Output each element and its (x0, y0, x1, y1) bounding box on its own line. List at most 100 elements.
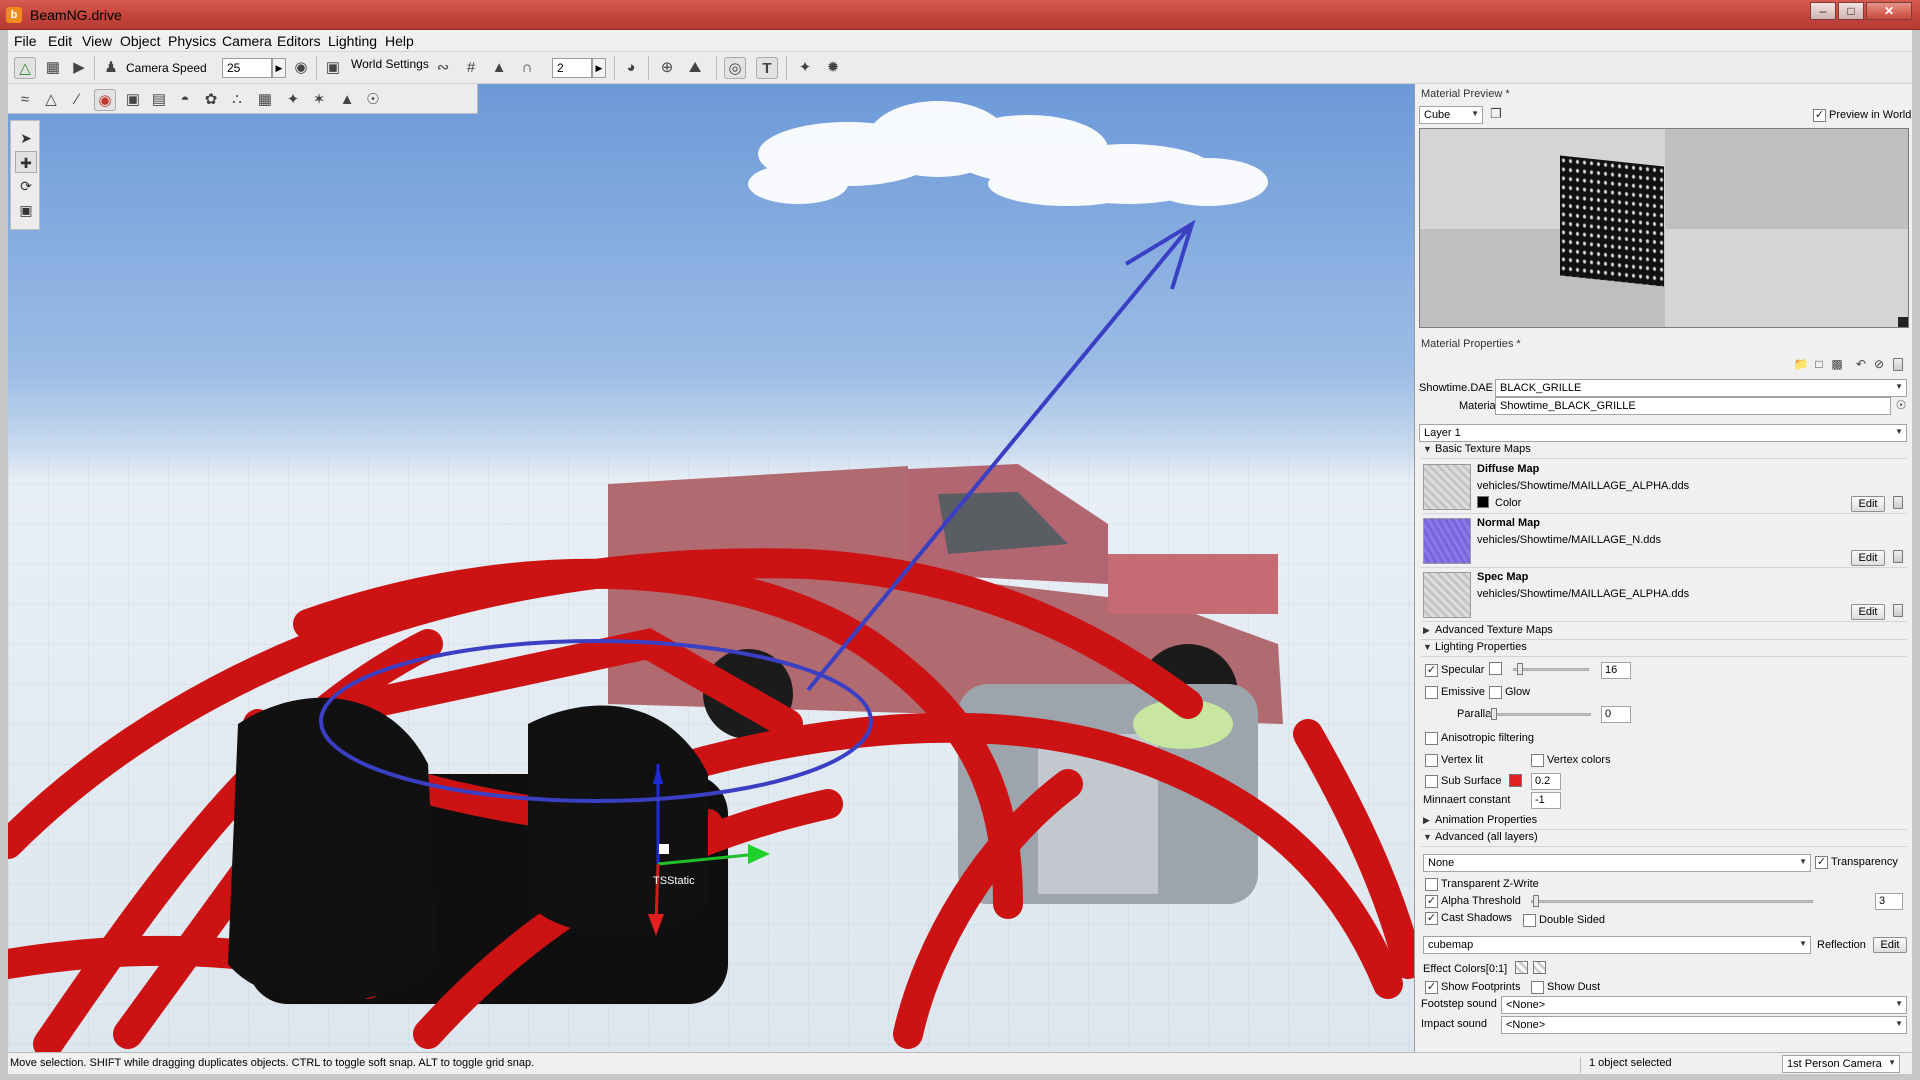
preview-in-world-checkbox[interactable]: ✓ (1813, 109, 1826, 122)
blend-mode-select[interactable]: None ▼ (1423, 854, 1811, 872)
basic-texture-maps-header[interactable]: ▼ Basic Texture Maps (1421, 443, 1907, 459)
preview-resize-handle[interactable] (1898, 317, 1908, 327)
layout-icon[interactable]: ▦ (42, 57, 64, 79)
camera-speed-arrow-icon[interactable]: ▶ (272, 58, 286, 78)
anisotropic-checkbox[interactable] (1425, 732, 1438, 745)
move-tool-icon[interactable]: ✚ (15, 151, 37, 173)
mesh-road-icon[interactable]: ✦ (282, 89, 304, 111)
preview-shape-select[interactable]: Cube ▼ (1419, 106, 1483, 124)
terrain-paint-icon[interactable]: ∕ (66, 89, 88, 111)
menu-file[interactable]: File (14, 33, 37, 49)
save-icon[interactable]: ▩ (1829, 356, 1845, 372)
advanced-all-layers-header[interactable]: ▼ Advanced (all layers) (1421, 831, 1907, 847)
minimize-button[interactable]: – (1810, 2, 1836, 20)
show-footprints-checkbox[interactable]: ✓ (1425, 981, 1438, 994)
diffuse-delete-icon[interactable] (1893, 496, 1903, 509)
material-name-field[interactable]: Showtime_BLACK_GRILLE (1495, 397, 1891, 415)
parallax-slider-knob[interactable] (1491, 708, 1497, 720)
grid-icon[interactable]: # (460, 57, 482, 79)
transparency-checkbox[interactable]: ✓ (1815, 856, 1828, 869)
mesh-material-select[interactable]: BLACK_GRILLE ▼ (1495, 379, 1907, 397)
spec-edit-button[interactable]: Edit (1851, 604, 1885, 620)
specular-slider[interactable] (1513, 668, 1589, 671)
object-origin-icon[interactable]: ◕ (620, 57, 642, 79)
cubemap-select[interactable]: cubemap ▼ (1423, 936, 1811, 954)
globe-icon[interactable]: ☉ (1893, 397, 1909, 413)
normal-edit-button[interactable]: Edit (1851, 550, 1885, 566)
close-button[interactable]: ✕ (1866, 2, 1912, 20)
impact-sound-select[interactable]: <None> ▼ (1501, 1016, 1907, 1034)
object-editor-icon[interactable]: ▣ (122, 89, 144, 111)
vertex-colors-checkbox[interactable] (1531, 754, 1544, 767)
fit-view-icon[interactable]: ▣ (322, 57, 344, 79)
maximize-button[interactable]: □ (1838, 2, 1864, 20)
lighting-properties-header[interactable]: ▼ Lighting Properties (1421, 641, 1907, 657)
rotate-tool-icon[interactable]: ⟳ (15, 175, 37, 197)
river-editor-icon[interactable]: ≈ (14, 89, 36, 111)
visibility-eye-icon[interactable]: ◉ (290, 57, 312, 79)
show-dust-checkbox[interactable] (1531, 981, 1544, 994)
3d-viewport[interactable]: TSStatic (8, 84, 1414, 1052)
scale-tool-icon[interactable]: ▣ (15, 199, 37, 221)
forest-editor-icon[interactable]: ✿ (200, 89, 222, 111)
selection-box-icon[interactable]: ◎ (724, 57, 746, 79)
diffuse-edit-button[interactable]: Edit (1851, 496, 1885, 512)
clear-icon[interactable]: ⊘ (1871, 356, 1887, 372)
menu-lighting[interactable]: Lighting (328, 33, 377, 49)
alpha-threshold-slider-knob[interactable] (1533, 895, 1539, 907)
new-material-icon[interactable]: □ (1811, 356, 1827, 372)
parallax-slider[interactable] (1489, 713, 1591, 716)
menu-object[interactable]: Object (120, 33, 160, 49)
vehicle-editor-icon[interactable]: ☉ (362, 89, 384, 111)
specular-power-field[interactable]: 16 (1601, 662, 1631, 679)
diffuse-color-swatch[interactable] (1477, 496, 1489, 508)
wings-icon[interactable]: ✹ (822, 57, 844, 79)
menu-editors[interactable]: Editors (277, 33, 321, 49)
snap-size-field[interactable]: 2 (552, 58, 592, 78)
delete-material-icon[interactable] (1893, 358, 1903, 371)
camera-person-icon[interactable]: ♟ (100, 57, 122, 79)
cast-shadows-checkbox[interactable]: ✓ (1425, 912, 1438, 925)
road-editor-icon[interactable]: ∴ (226, 89, 248, 111)
material-editor-icon[interactable]: ◉ (94, 89, 116, 111)
snap-size-arrow-icon[interactable]: ▶ (592, 58, 606, 78)
play-icon[interactable]: ▶ (68, 57, 90, 79)
sub-surface-field[interactable]: 0.2 (1531, 773, 1561, 790)
menu-camera[interactable]: Camera (222, 33, 272, 49)
layer-select[interactable]: Layer 1 ▼ (1419, 424, 1907, 442)
menu-edit[interactable]: Edit (48, 33, 72, 49)
world-settings-label[interactable]: World Settings (351, 57, 429, 71)
alpha-threshold-checkbox[interactable]: ✓ (1425, 895, 1438, 908)
effect-color-0-swatch[interactable] (1515, 961, 1528, 974)
datablock-editor-icon[interactable]: ▤ (148, 89, 170, 111)
spec-map-thumbnail[interactable] (1423, 572, 1471, 618)
add-object-icon[interactable]: ⊕ (656, 57, 678, 79)
specular-checkbox[interactable]: ✓ (1425, 664, 1438, 677)
specular-color-swatch[interactable] (1489, 662, 1502, 675)
material-preview-canvas[interactable] (1419, 128, 1909, 328)
snap-icon[interactable]: ∾ (432, 57, 454, 79)
effect-color-1-swatch[interactable] (1533, 961, 1546, 974)
normal-map-thumbnail[interactable] (1423, 518, 1471, 564)
footstep-sound-select[interactable]: <None> ▼ (1501, 996, 1907, 1014)
normal-delete-icon[interactable] (1893, 550, 1903, 563)
terrain-snap-icon[interactable]: ▲ (488, 57, 510, 79)
magnet-icon[interactable]: ∩ (516, 57, 538, 79)
double-sided-checkbox[interactable] (1523, 914, 1536, 927)
navmesh-icon[interactable]: ✶ (308, 89, 330, 111)
transparent-zwrite-checkbox[interactable] (1425, 878, 1438, 891)
parallax-field[interactable]: 0 (1601, 706, 1631, 723)
alpha-threshold-field[interactable]: 3 (1875, 893, 1903, 910)
menu-physics[interactable]: Physics (168, 33, 216, 49)
light-icon[interactable]: ✦ (794, 57, 816, 79)
diffuse-map-thumbnail[interactable] (1423, 464, 1471, 510)
shape-editor-icon[interactable]: ▲ (336, 89, 358, 111)
drop-at-icon[interactable]: ⛰ (684, 57, 706, 79)
open-folder-icon[interactable]: 📁 (1793, 356, 1809, 372)
spec-delete-icon[interactable] (1893, 604, 1903, 617)
minnaert-field[interactable]: -1 (1531, 792, 1561, 809)
vertex-lit-checkbox[interactable] (1425, 754, 1438, 767)
world-editor-icon[interactable]: △ (14, 57, 36, 79)
camera-mode-select[interactable]: 1st Person Camera ▼ (1782, 1055, 1900, 1073)
emissive-checkbox[interactable] (1425, 686, 1438, 699)
